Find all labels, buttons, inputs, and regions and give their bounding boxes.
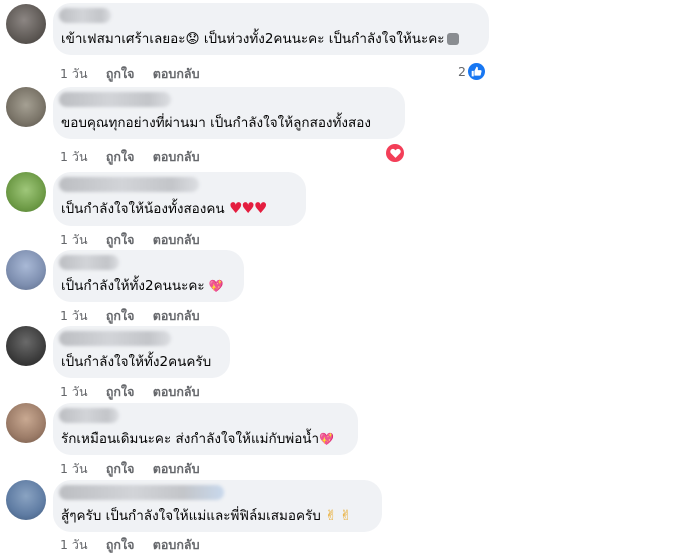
reaction-count: 2 xyxy=(458,63,466,79)
commenter-name[interactable] xyxy=(59,408,119,423)
avatar[interactable] xyxy=(6,250,46,290)
commenter-name[interactable] xyxy=(59,255,119,270)
love-reaction-icon[interactable] xyxy=(386,144,404,162)
comment-bubble: เป็นกำลังใจให้น้องทั้งสองคน ♥♥♥ xyxy=(53,172,306,226)
heart-emoji: ♥ xyxy=(228,199,242,217)
avatar[interactable] xyxy=(6,480,46,520)
commenter-name[interactable] xyxy=(59,177,199,192)
comment-text: เป็นกำลังใจให้ทั้ง2คนครับ xyxy=(61,354,212,370)
sparkling-heart-emoji: 💖 xyxy=(319,432,335,446)
reply-button[interactable]: ตอบกลับ xyxy=(153,66,200,81)
commenter-name[interactable] xyxy=(59,92,171,107)
victory-hand-emoji: ✌ xyxy=(339,508,352,524)
sticker-icon xyxy=(446,33,459,45)
commenter-name[interactable] xyxy=(59,8,111,23)
comment-time[interactable]: 1 วัน xyxy=(60,308,88,323)
avatar[interactable] xyxy=(6,4,46,44)
comment-bubble: ขอบคุณทุกอย่างที่ผ่านมา เป็นกำลังใจให้ลู… xyxy=(53,87,405,139)
reply-button[interactable]: ตอบกลับ xyxy=(153,537,200,552)
like-button[interactable]: ถูกใจ xyxy=(106,308,135,323)
comment-actions: 1 วัน ถูกใจ ตอบกลับ xyxy=(60,459,214,479)
comment-text: เป็นกำลังให้ทั้ง2คนนะคะ 💖 xyxy=(61,278,224,294)
reactions-summary[interactable]: 2 xyxy=(458,61,485,81)
commenter-name[interactable] xyxy=(59,331,171,346)
like-button[interactable]: ถูกใจ xyxy=(106,461,135,476)
like-button[interactable]: ถูกใจ xyxy=(106,384,135,399)
comment-text: เข้าเฟสมาเศร้าเลยอะ😟 เป็นห่วงทั้ง2คนนะคะ… xyxy=(61,30,459,48)
reply-button[interactable]: ตอบกลับ xyxy=(153,308,200,323)
comment-time[interactable]: 1 วัน xyxy=(60,66,88,81)
comment-actions: 1 วัน ถูกใจ ตอบกลับ xyxy=(60,64,214,84)
heart-emoji: ♥ xyxy=(253,199,267,217)
comment-text: สู้ๆครับ เป็นกำลังใจให้แม่และพี่ฟิล์มเสม… xyxy=(61,508,352,524)
comment-actions: 1 วัน ถูกใจ ตอบกลับ xyxy=(60,230,214,250)
comment-bubble: เข้าเฟสมาเศร้าเลยอะ😟 เป็นห่วงทั้ง2คนนะคะ… xyxy=(53,3,489,55)
avatar[interactable] xyxy=(6,403,46,443)
comment-time[interactable]: 1 วัน xyxy=(60,461,88,476)
sparkling-heart-emoji: 💖 xyxy=(208,279,224,293)
comment-bubble: เป็นกำลังให้ทั้ง2คนนะคะ 💖 xyxy=(53,250,244,302)
like-button[interactable]: ถูกใจ xyxy=(106,537,135,552)
commenter-name[interactable] xyxy=(59,485,224,500)
like-button[interactable]: ถูกใจ xyxy=(106,66,135,81)
like-reaction-icon xyxy=(467,62,485,80)
like-button[interactable]: ถูกใจ xyxy=(106,232,135,247)
avatar[interactable] xyxy=(6,172,46,212)
worried-face-emoji: 😟 xyxy=(185,31,200,47)
comment-actions: 1 วัน ถูกใจ ตอบกลับ xyxy=(60,147,214,167)
comment-bubble: เป็นกำลังใจให้ทั้ง2คนครับ xyxy=(53,326,230,378)
comment-time[interactable]: 1 วัน xyxy=(60,232,88,247)
comment-text: ขอบคุณทุกอย่างที่ผ่านมา เป็นกำลังใจให้ลู… xyxy=(61,115,371,131)
like-button[interactable]: ถูกใจ xyxy=(106,149,135,164)
comment-time[interactable]: 1 วัน xyxy=(60,384,88,399)
reply-button[interactable]: ตอบกลับ xyxy=(153,232,200,247)
comment-bubble: รักเหมือนเดิมนะคะ ส่งกำลังใจให้แม่กับพ่อ… xyxy=(53,403,358,455)
comment-time[interactable]: 1 วัน xyxy=(60,149,88,164)
reply-button[interactable]: ตอบกลับ xyxy=(153,149,200,164)
victory-hand-emoji: ✌ xyxy=(325,508,337,524)
reply-button[interactable]: ตอบกลับ xyxy=(153,384,200,399)
comment-actions: 1 วัน ถูกใจ ตอบกลับ xyxy=(60,535,214,555)
comment-time[interactable]: 1 วัน xyxy=(60,537,88,552)
comment-text: เป็นกำลังใจให้น้องทั้งสองคน ♥♥♥ xyxy=(61,199,267,217)
avatar[interactable] xyxy=(6,87,46,127)
comment-actions: 1 วัน ถูกใจ ตอบกลับ xyxy=(60,382,214,402)
heart-emoji: ♥ xyxy=(241,199,254,217)
comment-actions: 1 วัน ถูกใจ ตอบกลับ xyxy=(60,306,214,326)
comment-text: รักเหมือนเดิมนะคะ ส่งกำลังใจให้แม่กับพ่อ… xyxy=(61,431,335,447)
avatar[interactable] xyxy=(6,326,46,366)
comment-bubble: สู้ๆครับ เป็นกำลังใจให้แม่และพี่ฟิล์มเสม… xyxy=(53,480,382,532)
reply-button[interactable]: ตอบกลับ xyxy=(153,461,200,476)
